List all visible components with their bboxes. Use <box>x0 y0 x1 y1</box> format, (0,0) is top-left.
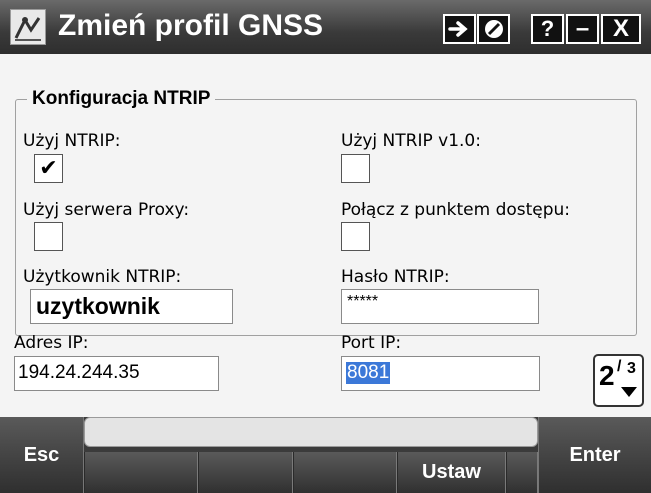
checkmark-icon: ✔ <box>39 155 58 181</box>
ip-port-label: Port IP: <box>341 333 402 353</box>
softkey-slot-1[interactable] <box>84 452 198 493</box>
connect-mountpoint-label: Połącz z punktem dostępu: <box>341 200 571 220</box>
ntrip-user-value: uzytkownik <box>36 293 160 319</box>
enter-label: Enter <box>569 443 621 466</box>
no-entry-icon <box>484 20 503 38</box>
use-ntrip-label: Użyj NTRIP: <box>23 131 121 151</box>
ntrip-password-label: Hasło NTRIP: <box>341 267 450 287</box>
close-button[interactable]: X <box>601 14 641 44</box>
page-current: 2 <box>599 360 615 391</box>
connect-mountpoint-checkbox[interactable] <box>341 222 370 251</box>
ntrip-user-field[interactable]: uzytkownik <box>30 289 233 324</box>
ip-address-value: 194.24.244.35 <box>18 362 140 383</box>
close-icon: X <box>612 15 629 42</box>
page-separator: / <box>617 358 622 375</box>
softkey-slot-5[interactable] <box>506 452 538 493</box>
ip-port-field[interactable]: 8081 <box>341 356 540 391</box>
ip-address-field[interactable]: 194.24.244.35 <box>14 356 219 391</box>
softkey-slot-2[interactable] <box>198 452 293 493</box>
esc-softkey[interactable]: Esc <box>0 417 84 493</box>
set-softkey[interactable]: Ustaw <box>397 452 506 493</box>
minimize-icon: – <box>575 15 590 42</box>
use-ntrip-v10-checkbox[interactable] <box>341 154 370 183</box>
softkey-slot-3[interactable] <box>293 452 397 493</box>
app-icon <box>10 9 46 45</box>
help-button[interactable]: ? <box>531 14 564 44</box>
set-label: Ustaw <box>422 461 481 483</box>
ntrip-password-field[interactable]: ***** <box>341 289 539 324</box>
enter-softkey[interactable]: Enter <box>538 417 651 493</box>
arrow-right-icon <box>447 21 468 37</box>
minimize-button[interactable]: – <box>566 14 599 44</box>
page-total: 3 <box>627 360 636 377</box>
title-bar: Zmień profil GNSS ? – X <box>0 0 651 54</box>
ok-arrow-button[interactable] <box>443 14 476 44</box>
status-strip <box>84 417 538 447</box>
chevron-down-icon <box>621 387 637 397</box>
ip-address-label: Adres IP: <box>14 333 89 353</box>
help-icon: ? <box>540 16 555 41</box>
ntrip-user-label: Użytkownik NTRIP: <box>23 267 182 287</box>
use-ntrip-v10-label: Użyj NTRIP v1.0: <box>341 131 481 151</box>
use-proxy-checkbox[interactable] <box>34 222 63 251</box>
window-title: Zmień profil GNSS <box>58 9 324 42</box>
use-ntrip-checkbox[interactable]: ✔ <box>34 154 63 183</box>
use-proxy-label: Użyj serwera Proxy: <box>23 200 190 220</box>
esc-label: Esc <box>23 443 60 466</box>
dialog-window: Zmień profil GNSS ? – X Konfiguracja NTR… <box>0 0 651 493</box>
ntrip-group-legend: Konfiguracja NTRIP <box>27 88 216 110</box>
ip-port-value: 8081 <box>346 362 391 384</box>
disconnect-button[interactable] <box>477 14 510 44</box>
page-indicator-button[interactable]: 2 / 3 <box>593 354 644 407</box>
ntrip-password-value: ***** <box>347 293 379 310</box>
